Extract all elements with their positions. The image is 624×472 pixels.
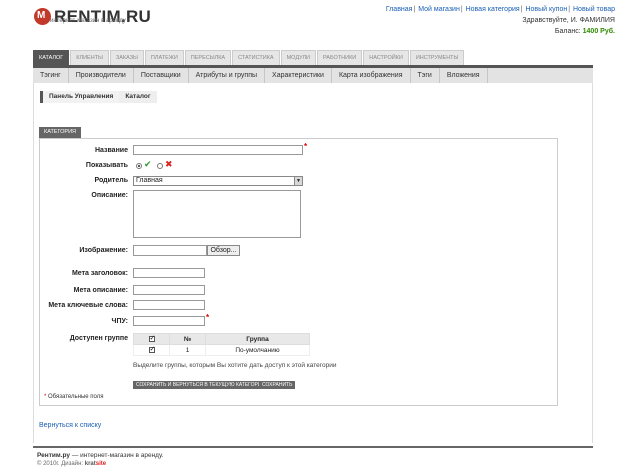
tab-modules[interactable]: МОДУЛИ <box>280 50 316 65</box>
top-link-home[interactable]: Главная <box>386 6 413 13</box>
subnav-attachments[interactable]: Вложения <box>440 68 488 83</box>
description-textarea[interactable] <box>133 190 301 238</box>
description-label: Описание: <box>91 192 128 199</box>
footer-brand: Рентим.ру <box>37 452 71 459</box>
subnav-image-map[interactable]: Карта изображения <box>332 68 411 83</box>
show-label: Показывать <box>85 162 128 169</box>
tab-payments[interactable]: ПЛАТЕЖИ <box>144 50 184 65</box>
meta-description-label: Мета описание: <box>73 287 128 294</box>
subnav-manufacturers[interactable]: Производители <box>69 68 134 83</box>
tab-clients[interactable]: КЛИЕНТЫ <box>70 50 109 65</box>
form-tab-category[interactable]: КАТЕГОРИЯ <box>39 127 82 138</box>
footer-line-2: © 2010г. Дизайн: kratsite <box>37 461 106 467</box>
tab-statistics[interactable]: СТАТИСТИКА <box>232 50 280 65</box>
browse-button[interactable]: Обзор... <box>207 245 240 256</box>
select-all-checkbox[interactable] <box>148 334 155 342</box>
greeting: Здравствуйте, И. ФАМИЛИЯ <box>522 17 615 24</box>
name-required-star: * <box>304 142 308 151</box>
subnav-features[interactable]: Характеристики <box>265 68 332 83</box>
breadcrumb: Панель Управления Каталог <box>40 91 157 103</box>
row-select-cell[interactable] <box>133 344 170 356</box>
top-link-new-category[interactable]: Новая категория <box>466 6 520 13</box>
top-links: Главная| Мой магазин| Новая категория| Н… <box>385 6 615 13</box>
save-and-return-button[interactable]: СОХРАНИТЬ И ВЕРНУТЬСЯ В ТЕКУЩУЮ КАТЕГОРИ… <box>133 381 270 389</box>
cross-icon: ✖ <box>165 159 173 169</box>
header-select-all[interactable] <box>133 333 170 345</box>
balance-value: 1400 Руб. <box>582 28 615 35</box>
row-num: 1 <box>169 344 206 356</box>
name-label: Название <box>94 147 128 154</box>
back-to-list-link[interactable]: Вернуться к списку <box>39 422 101 429</box>
breadcrumb-catalog[interactable]: Каталог <box>119 91 157 103</box>
check-icon: ✔ <box>144 159 152 169</box>
save-button[interactable]: СОХРАНИТЬ <box>259 381 296 389</box>
tab-shipping[interactable]: ПЕРЕСЫЛКА <box>184 50 232 65</box>
group-hint: Выделите группы, которым Вы хотите дать … <box>133 362 337 369</box>
top-link-new-product[interactable]: Новый товар <box>573 6 615 13</box>
required-note-star: * <box>44 394 47 400</box>
footer-line-1: Рентим.ру — интернет-магазин в аренду. <box>37 452 163 459</box>
show-no-radio[interactable] <box>157 163 163 169</box>
parent-select[interactable]: Главная ▼ <box>133 176 303 186</box>
subnav-tags[interactable]: Тэги <box>411 68 440 83</box>
main-tabs: КАТАЛОГ КЛИЕНТЫ ЗАКАЗЫ ПЛАТЕЖИ ПЕРЕСЫЛКА… <box>33 50 465 65</box>
row-checkbox[interactable] <box>148 345 155 353</box>
image-file-input[interactable] <box>133 245 207 256</box>
group-table: № Группа 1 По-умолчанию <box>133 333 310 356</box>
footer-divider <box>33 446 593 448</box>
subnav-tagging[interactable]: Тэгинг <box>33 68 69 83</box>
footer-description: — интернет-магазин в аренду. <box>70 452 164 459</box>
header-num: № <box>169 333 206 345</box>
tab-tools[interactable]: ИНСТРУМЕНТЫ <box>409 50 465 65</box>
meta-title-label: Мета заголовок: <box>71 270 128 277</box>
footer-copyright: © 2010г. Дизайн: <box>37 461 84 467</box>
chpu-input[interactable] <box>133 316 205 326</box>
meta-keywords-input[interactable] <box>133 300 205 310</box>
chpu-required-star: * <box>206 313 210 322</box>
top-link-new-coupon[interactable]: Новый купон <box>525 6 567 13</box>
required-note-text: Обязательные поля <box>48 394 104 400</box>
chevron-down-icon: ▼ <box>294 177 302 185</box>
header-group: Группа <box>205 333 310 345</box>
designer-link[interactable]: kratsite <box>85 461 106 467</box>
tab-settings[interactable]: НАСТРОЙКИ <box>363 50 409 65</box>
logo-mark-icon <box>34 8 51 25</box>
balance-label: Баланс: <box>554 28 581 35</box>
sub-nav: Тэгинг Производители Поставщики Атрибуты… <box>33 65 593 83</box>
row-group: По-умолчанию <box>205 344 310 356</box>
group-table-header: № Группа <box>133 333 310 345</box>
tab-workers[interactable]: РАБОТНИКИ <box>316 50 363 65</box>
tab-orders[interactable]: ЗАКАЗЫ <box>109 50 144 65</box>
required-note: * Обязательные поля <box>44 394 103 400</box>
meta-keywords-label: Мета ключевые слова: <box>48 302 128 309</box>
chpu-label: ЧПУ: <box>111 318 128 325</box>
access-label: Доступен группе <box>69 335 128 342</box>
balance: Баланс: 1400 Руб. <box>555 28 615 35</box>
parent-select-value: Главная <box>136 177 163 184</box>
breadcrumb-dashboard[interactable]: Панель Управления <box>40 91 120 103</box>
show-yes-radio[interactable] <box>136 163 142 169</box>
subnav-suppliers[interactable]: Поставщики <box>134 68 189 83</box>
image-label: Изображение: <box>79 247 128 254</box>
meta-title-input[interactable] <box>133 268 205 278</box>
parent-label: Родитель <box>94 177 129 184</box>
subnav-attributes[interactable]: Атрибуты и группы <box>189 68 266 83</box>
name-input[interactable] <box>133 145 303 155</box>
logo-tagline: интернет-магазин в аренду <box>50 18 126 24</box>
table-row: 1 По-умолчанию <box>133 344 310 356</box>
meta-description-input[interactable] <box>133 285 205 295</box>
tab-catalog[interactable]: КАТАЛОГ <box>33 50 70 65</box>
top-link-my-shop[interactable]: Мой магазин <box>418 6 460 13</box>
